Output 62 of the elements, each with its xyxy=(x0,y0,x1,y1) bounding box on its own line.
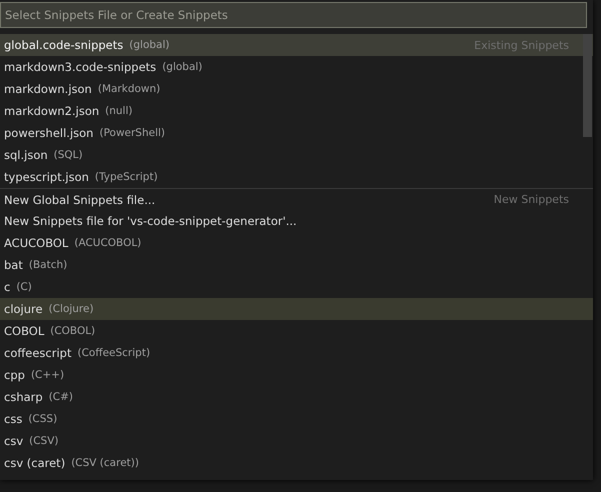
snippet-list-item[interactable]: COBOL (COBOL) xyxy=(0,320,593,342)
item-description: (PowerShell) xyxy=(99,127,166,139)
search-field[interactable]: Select Snippets File or Create Snippets xyxy=(0,2,587,28)
snippet-list-item[interactable]: ACUCOBOL (ACUCOBOL) xyxy=(0,232,593,254)
item-label: markdown2.json xyxy=(4,104,100,118)
item-description: (CSS) xyxy=(28,413,58,425)
item-label: cpp xyxy=(4,368,25,382)
item-label: ACUCOBOL xyxy=(4,236,68,250)
item-description: (global) xyxy=(162,61,202,73)
snippet-list-item[interactable]: coffeescript (CoffeeScript) xyxy=(0,342,593,364)
item-label: powershell.json xyxy=(4,126,94,140)
item-label: csharp xyxy=(4,390,43,404)
item-description: (C++) xyxy=(30,369,64,381)
item-label: clojure xyxy=(4,302,43,316)
group-label: Existing Snippets xyxy=(474,38,569,52)
item-description: (C#) xyxy=(48,391,74,403)
item-label: coffeescript xyxy=(4,346,72,360)
item-description: (ACUCOBOL) xyxy=(74,237,142,249)
item-label: global.code-snippets xyxy=(4,38,124,52)
item-label: markdown3.code-snippets xyxy=(4,60,156,74)
item-label: New Global Snippets file... xyxy=(4,192,156,206)
snippet-list-item[interactable]: powershell.json (PowerShell) xyxy=(0,122,593,144)
item-label: c xyxy=(4,280,10,294)
item-label: typescript.json xyxy=(4,170,89,184)
item-description: (TypeScript) xyxy=(94,171,158,183)
item-label: COBOL xyxy=(4,324,44,338)
item-description: (CSV) xyxy=(29,435,58,447)
snippet-list-item[interactable]: cpp (C++) xyxy=(0,364,593,386)
item-description: (global) xyxy=(129,39,170,51)
item-description: (Markdown) xyxy=(98,83,160,95)
item-label: New Snippets file for 'vs-code-snippet-generator'... xyxy=(4,214,297,228)
item-description: (C) xyxy=(16,281,32,293)
snippet-list-item[interactable]: csharp (C#) xyxy=(0,386,593,408)
item-description: (null) xyxy=(105,105,132,117)
snippet-list-item[interactable]: clojure (Clojure) xyxy=(0,298,593,320)
group-label: New Snippets xyxy=(494,193,569,206)
snippet-list-item[interactable]: bat (Batch) xyxy=(0,254,593,276)
snippet-list-item[interactable]: markdown.json (Markdown) xyxy=(0,78,593,100)
snippet-list-item[interactable]: sql.json (SQL) xyxy=(0,144,593,166)
snippet-list-item[interactable]: markdown2.json (null) xyxy=(0,100,593,122)
item-description: (SQL) xyxy=(54,149,83,161)
item-label: sql.json xyxy=(4,148,48,162)
snippet-list-item[interactable]: csv (caret) (CSV (caret)) xyxy=(0,452,593,474)
snippet-list-item[interactable]: markdown3.code-snippets (global) xyxy=(0,56,593,78)
snippet-list-item[interactable]: New Global Snippets file... New Snippets xyxy=(0,188,593,210)
scrollbar-thumb[interactable] xyxy=(583,34,592,137)
item-description: (Batch) xyxy=(28,259,68,271)
item-description: (CoffeeScript) xyxy=(77,347,150,359)
snippet-list-item[interactable]: global.code-snippets (global) Existing Snippets xyxy=(0,34,593,56)
item-label: csv xyxy=(4,434,24,448)
item-label: csv (caret) xyxy=(4,456,66,470)
item-description: (COBOL) xyxy=(50,325,96,337)
item-description: (CSV (caret)) xyxy=(71,457,139,469)
snippet-list-item[interactable]: csv (CSV) xyxy=(0,430,593,452)
item-description: (Clojure) xyxy=(48,303,94,315)
snippet-list-item[interactable]: typescript.json (TypeScript) xyxy=(0,166,593,188)
snippet-list-item[interactable]: css (CSS) xyxy=(0,408,593,430)
snippet-list-item[interactable]: c (C) xyxy=(0,276,593,298)
item-label: markdown.json xyxy=(4,82,92,96)
item-label: bat xyxy=(4,258,23,272)
item-label: css xyxy=(4,412,22,426)
snippet-list-item[interactable]: New Snippets file for 'vs-code-snippet-generator'... xyxy=(0,210,593,232)
